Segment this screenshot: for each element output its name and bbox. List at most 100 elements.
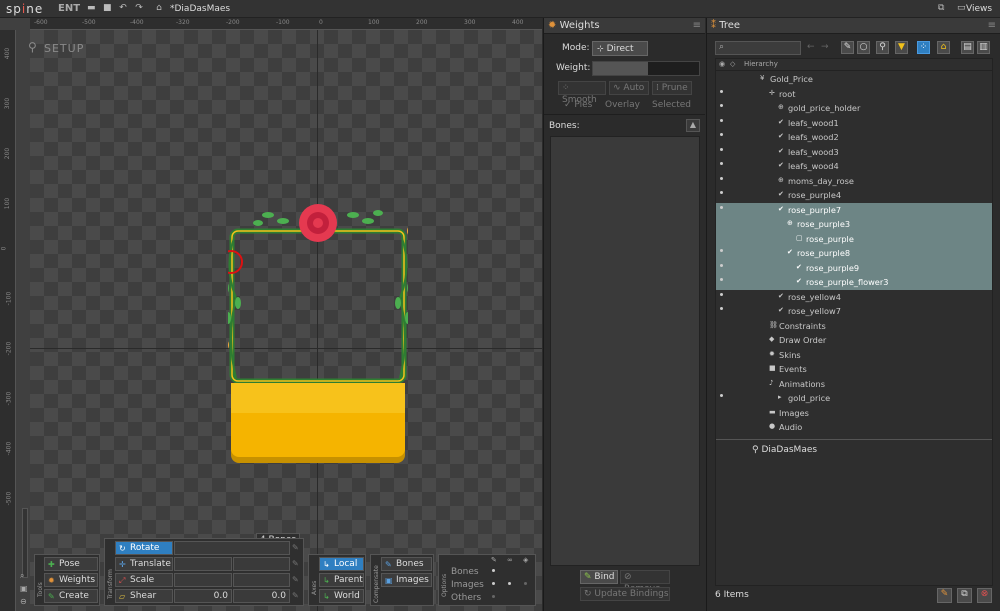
remove-button[interactable]: ⊘ Remove [620, 570, 670, 594]
tree-search-input[interactable]: ⌕ [715, 41, 801, 55]
option-toggle[interactable] [508, 582, 511, 585]
visibility-dot[interactable] [720, 104, 723, 107]
filter-slots-icon[interactable]: ○ [857, 41, 870, 54]
tree-row[interactable]: ■ Events [716, 362, 992, 377]
axes-local-button[interactable]: ↳ Local [319, 557, 364, 571]
visibility-dot[interactable] [720, 394, 723, 397]
axes-parent-button[interactable]: ↳ Parent [319, 573, 364, 587]
auto-button[interactable]: ∿ Auto [609, 81, 649, 95]
tree-row[interactable]: ✔ leafs_wood3 [716, 145, 992, 160]
open-folder-icon[interactable]: ▬ [87, 4, 96, 13]
tree-row[interactable]: ▬ Images [716, 406, 992, 421]
visibility-dot[interactable] [720, 263, 723, 267]
visibility-dot[interactable] [720, 162, 723, 165]
tree-row[interactable]: ⛓ Constraints [716, 319, 992, 334]
visibility-dot[interactable] [720, 278, 723, 281]
collapse-icon[interactable]: ▲ [686, 119, 700, 132]
visibility-dot[interactable] [720, 176, 723, 180]
tree-row[interactable]: ✔ rose_purple8 [716, 246, 992, 261]
tree-row[interactable]: ⊕ rose_purple3 [716, 217, 992, 232]
zoom-slider[interactable] [22, 508, 28, 578]
option-toggle[interactable] [524, 582, 527, 585]
lock-icon[interactable]: ✎ [292, 543, 299, 552]
tree-row[interactable]: ✹ Skins [716, 348, 992, 363]
visibility-dot[interactable] [720, 147, 723, 151]
panel-menu-icon[interactable]: ≡ [693, 18, 701, 34]
delete-icon[interactable]: ⊗ [977, 588, 992, 603]
tree-row[interactable]: ⊕ moms_day_rose [716, 174, 992, 189]
tree-row[interactable]: ✔ rose_yellow7 [716, 304, 992, 319]
option-toggle[interactable] [492, 582, 495, 585]
bind-button[interactable]: ✎ Bind [580, 570, 618, 584]
pose-tool-button[interactable]: ✚ Pose [44, 557, 98, 571]
translate-y-field[interactable] [233, 557, 290, 571]
weight-slider[interactable] [592, 61, 700, 76]
save-icon[interactable]: ■ [103, 4, 112, 13]
window-icon[interactable]: ⧉ [938, 3, 944, 13]
scale-tool-button[interactable]: ⤢ Scale [115, 573, 173, 587]
lock-icon[interactable]: ✎ [292, 575, 299, 584]
tree-row[interactable]: ¥ Gold_Price [716, 72, 992, 87]
tree-row[interactable]: ● Audio [716, 420, 992, 435]
fit-view-icon[interactable]: ▣ [20, 584, 28, 593]
filter-folder-icon[interactable]: ⌂ [937, 41, 950, 54]
edit-icon[interactable]: ✎ [937, 588, 952, 603]
viewport[interactable]: -600 -500 -400 -320 -200 -100 0 100 200 … [0, 18, 542, 611]
compensate-images-button[interactable]: ▣ Images [381, 573, 432, 587]
filter-constraints-icon[interactable]: ⚲ [876, 41, 889, 54]
home-icon[interactable]: ⌂ [155, 4, 163, 13]
visibility-dot[interactable] [720, 249, 723, 252]
filter-bones-icon[interactable]: ✎ [841, 41, 854, 54]
visibility-dot[interactable] [720, 89, 723, 93]
views-menu[interactable]: Views [966, 4, 992, 14]
weights-tool-button[interactable]: ✹ Weights [44, 573, 98, 587]
compensate-bones-button[interactable]: ✎ Bones [381, 557, 432, 571]
rotate-value-field[interactable] [174, 541, 290, 555]
option-toggle[interactable] [492, 569, 495, 572]
tree-row[interactable]: ✔ rose_purple9 [716, 260, 992, 275]
gold-price-frame-art[interactable] [228, 203, 408, 473]
filter-funnel-icon[interactable]: ▼ [895, 41, 908, 54]
tree-row[interactable]: ✔ rose_purple_flower3 [716, 275, 992, 290]
tree-row[interactable]: ✔ rose_purple4 [716, 188, 992, 203]
overlay-toggle[interactable]: Overlay [605, 100, 640, 110]
bones-list[interactable] [550, 136, 700, 566]
prev-result-icon[interactable]: ← [807, 42, 815, 52]
tree-row[interactable]: ⊕ gold_price_holder [716, 101, 992, 116]
tree-row[interactable]: ✔ leafs_wood4 [716, 159, 992, 174]
axes-world-button[interactable]: ↳ World [319, 589, 364, 603]
hierarchy-tree[interactable]: ◉ ◇ Hierarchy ¥ Gold_Price ✛ root ⊕ gold_pric… [715, 58, 993, 586]
mode-dropdown[interactable]: ⊹ Direct [592, 41, 648, 56]
shear-tool-button[interactable]: ▱ Shear [115, 589, 173, 603]
rotate-tool-button[interactable]: ↻ Rotate [115, 541, 173, 555]
tree-row[interactable]: ▸ gold_price [716, 391, 992, 406]
scale-x-field[interactable] [174, 573, 232, 587]
collapse-all-icon[interactable]: ▤ [961, 41, 974, 54]
panel-menu-icon[interactable]: ≡ [988, 18, 996, 34]
next-result-icon[interactable]: → [821, 42, 829, 52]
zoom-icon[interactable]: ⌕ [20, 571, 24, 581]
update-bindings-button[interactable]: ↻ Update Bindings [580, 587, 670, 601]
visibility-dot[interactable] [720, 307, 723, 310]
tree-row[interactable]: ✔ leafs_wood1 [716, 116, 992, 131]
redo-icon[interactable]: ↷ [135, 4, 143, 13]
tree-row[interactable]: ✔ rose_yellow4 [716, 290, 992, 305]
visibility-dot[interactable] [720, 191, 723, 194]
shear-y-field[interactable]: 0.0 [233, 589, 290, 603]
prune-button[interactable]: ⁞ Prune [652, 81, 692, 95]
visibility-dot[interactable] [720, 133, 723, 136]
filter-dots-icon[interactable]: ⁘ [917, 41, 930, 54]
duplicate-icon[interactable]: ⧉ [957, 588, 972, 603]
selected-toggle[interactable]: Selected [652, 100, 691, 110]
lock-icon[interactable]: ✎ [292, 559, 299, 568]
visibility-dot[interactable] [720, 118, 723, 122]
lock-icon[interactable]: ✎ [292, 591, 299, 600]
translate-tool-button[interactable]: ✛ Translate [115, 557, 173, 571]
smooth-button[interactable]: ⁘ Smooth [558, 81, 606, 105]
tree-row[interactable]: ✔ rose_purple7 [716, 202, 992, 217]
pies-toggle[interactable]: ✓ Pies [564, 100, 592, 110]
zoom-out-icon[interactable]: ⊖ [20, 597, 27, 606]
expand-all-icon[interactable]: ▥ [977, 41, 990, 54]
shear-x-field[interactable]: 0.0 [174, 589, 232, 603]
tree-row[interactable]: ◆ Draw Order [716, 333, 992, 348]
